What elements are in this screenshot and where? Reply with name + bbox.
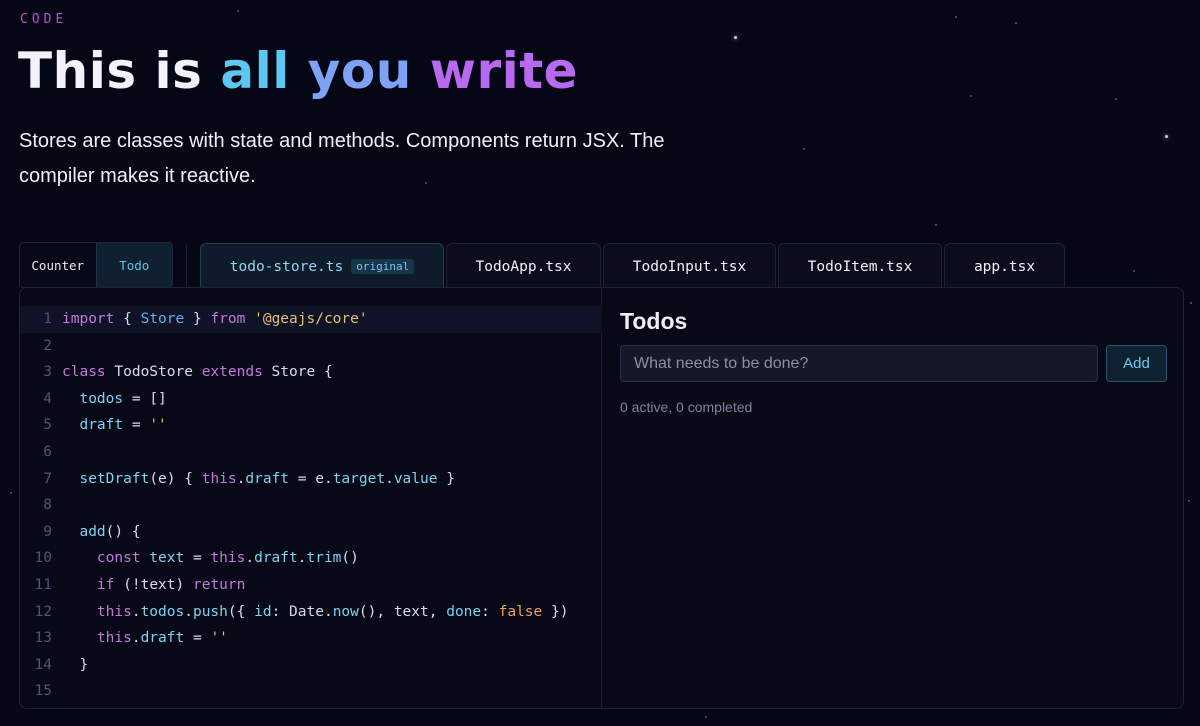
code-line: 12 this.todos.push({ id: Date.now(), tex… [20,599,602,626]
code-line-text: import { Store } from '@geajs/core' [62,311,368,327]
file-tab-label: TodoItem.tsx [807,258,913,275]
file-tab-label: app.tsx [973,258,1036,275]
code-line-text: const text = this.draft.trim() [96,550,359,567]
example-tab-counter[interactable]: Counter [20,243,96,287]
example-tab-todo[interactable]: Todo [95,243,172,287]
todo-input[interactable] [620,345,1098,382]
hero-subtitle: Stores are classes with state and method… [19,130,665,187]
code-editor[interactable]: 1 import { Store } from '@geajs/core' 2 3… [20,288,602,708]
file-tab-todo-app[interactable]: TodoApp.tsx [446,243,601,289]
code-line: 5 draft = '' [20,412,602,439]
file-tab-todo-item[interactable]: TodoItem.tsx [778,243,942,289]
todo-status: 0 active, 0 completed [620,399,753,415]
code-line: 10 const text = this.draft.trim() [20,545,602,572]
code-line: 13 this.draft = '' [20,625,602,652]
editor-panel: 1 import { Store } from '@geajs/core' 2 3… [19,287,1184,709]
hero-title: This is all you write [18,42,578,100]
code-line: 4 todos = [] [20,386,602,413]
code-line-text: setDraft(e) { this.draft = e.target.valu… [79,470,455,487]
original-badge: original [351,259,415,274]
add-button[interactable]: Add [1106,345,1167,382]
code-line-text: add() { [79,523,141,540]
code-line: 7 setDraft(e) { this.draft = e.target.va… [20,466,602,493]
code-line: 14 } [20,652,602,679]
code-line: 1 import { Store } from '@geajs/core' [20,306,602,333]
code-line-text: class TodoStore extends Store { [62,364,333,381]
code-line-text: todos = [] [79,390,167,407]
example-toggle: Counter Todo [19,242,173,288]
file-tab-todo-store[interactable]: todo-store.ts original [200,243,444,289]
file-tab-label: TodoApp.tsx [475,258,572,275]
code-line: 8 [43,497,52,514]
preview-title: Todos [620,308,688,334]
code-line: 11 if (!text) return [20,572,602,599]
file-tab-todo-input[interactable]: TodoInput.tsx [603,243,776,289]
file-tab-app[interactable]: app.tsx [944,243,1065,289]
code-line: 2 [43,337,52,354]
file-tab-label: todo-store.ts [229,258,344,275]
hero-title-prefix: This is [18,42,221,100]
live-preview: Todos Add 0 active, 0 completed [603,288,1183,708]
hero-title-write: write [429,42,579,100]
code-line-text: } [79,656,89,673]
code-line: 9 add() { [20,519,602,546]
tab-divider [186,244,187,286]
code-line: 3 class TodoStore extends Store { [20,359,602,386]
hero-title-all: all [220,42,290,100]
code-line-text: draft = '' [79,417,167,434]
file-tab-label: TodoInput.tsx [632,258,747,275]
code-line-text: this.todos.push({ id: Date.now(), text, … [96,603,569,620]
section-eyebrow: CODE [20,12,68,27]
code-line-text: if (!text) return [96,577,246,593]
code-line-text: this.draft = '' [96,630,228,647]
code-line: 6 [43,444,52,460]
code-line: 15 [34,683,52,700]
hero-title-you: you [307,42,412,100]
